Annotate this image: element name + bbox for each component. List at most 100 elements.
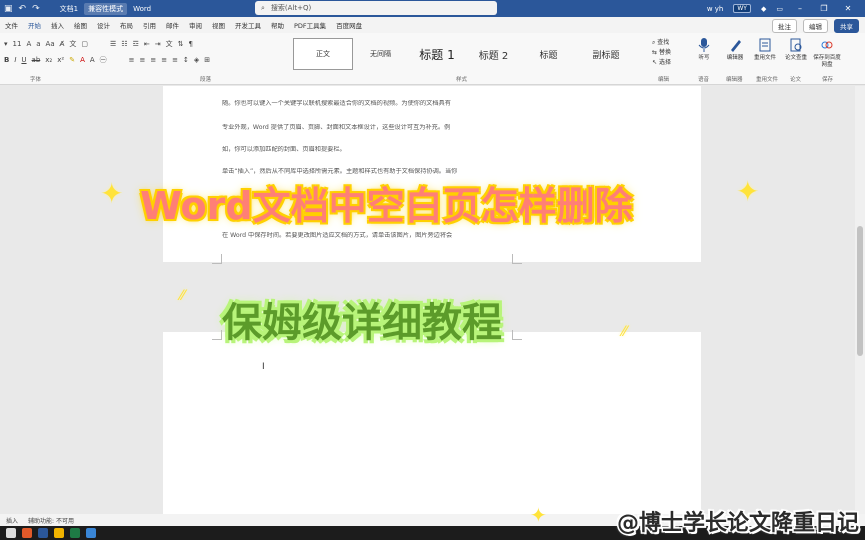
underline-icon[interactable]: U bbox=[21, 56, 26, 64]
tab-draw[interactable]: 绘图 bbox=[69, 20, 92, 30]
style-subtitle[interactable]: 副标题 bbox=[576, 38, 636, 70]
justify-icon[interactable]: ≡ bbox=[161, 56, 167, 64]
style-heading-1[interactable]: 标题 1 bbox=[408, 38, 466, 70]
excel-icon[interactable] bbox=[70, 528, 80, 538]
style-heading-2[interactable]: 标题 2 bbox=[466, 38, 521, 70]
align-left-icon[interactable]: ≡ bbox=[129, 56, 135, 64]
tab-view[interactable]: 视图 bbox=[207, 20, 230, 30]
char-shading-icon[interactable]: A bbox=[90, 56, 95, 64]
tab-pdf[interactable]: PDF工具集 bbox=[289, 20, 331, 30]
document-name: 文档1 bbox=[59, 4, 79, 13]
clear-format-icon[interactable]: A̸ bbox=[60, 40, 65, 48]
vertical-scrollbar[interactable] bbox=[855, 86, 865, 514]
font-color-icon[interactable]: A bbox=[80, 56, 85, 64]
enclose-char-icon[interactable]: ㊀ bbox=[100, 55, 107, 65]
tab-insert[interactable]: 插入 bbox=[46, 20, 69, 30]
style-title[interactable]: 标题 bbox=[521, 38, 576, 70]
group-label-editing: 编辑 bbox=[658, 77, 670, 83]
grow-font-icon[interactable]: A bbox=[26, 40, 31, 48]
user-name[interactable]: w yh bbox=[707, 5, 724, 13]
numbering-icon[interactable]: ☷ bbox=[121, 40, 127, 48]
align-right-icon[interactable]: ≡ bbox=[150, 56, 156, 64]
shading-icon[interactable]: ◈ bbox=[194, 56, 199, 64]
dictate-button[interactable]: 听写 bbox=[689, 37, 719, 62]
accessibility-status[interactable]: 辅助功能: 不可用 bbox=[28, 516, 74, 525]
font-name-dropdown[interactable]: ▾ bbox=[4, 40, 8, 48]
tab-home[interactable]: 开始 bbox=[23, 20, 46, 30]
plagiarism-check-button[interactable]: 论文查重 bbox=[781, 37, 811, 62]
save-icon[interactable]: ▣ bbox=[4, 4, 13, 14]
style-normal[interactable]: 正文 bbox=[293, 38, 353, 70]
doc-paragraph-line[interactable]: 随。你也可以键入一个关键字以联机搜索最适合你的文档的视频。为使你的文档具有 bbox=[222, 100, 512, 108]
strikethrough-icon[interactable]: ab bbox=[32, 56, 41, 64]
highlight-icon[interactable]: ✎ bbox=[69, 56, 75, 64]
align-center-icon[interactable]: ≡ bbox=[140, 56, 146, 64]
increase-indent-icon[interactable]: ⇥ bbox=[155, 40, 161, 48]
save-baidu-button[interactable]: 保存到百度网盘 bbox=[812, 37, 842, 69]
search-input[interactable]: ⌕ 搜索(Alt+Q) bbox=[255, 1, 497, 15]
tab-help[interactable]: 帮助 bbox=[266, 20, 289, 30]
comments-button[interactable]: 批注 bbox=[772, 19, 797, 33]
change-case-icon[interactable]: Aa bbox=[46, 40, 55, 48]
phonetic-icon[interactable]: 文 bbox=[69, 39, 76, 49]
folder-icon[interactable] bbox=[54, 528, 64, 538]
avatar[interactable]: WY bbox=[733, 4, 751, 13]
font-size-dropdown[interactable]: 11 bbox=[13, 40, 22, 48]
watermark: @博士学长论文降重日记 bbox=[615, 510, 860, 538]
multilevel-list-icon[interactable]: ☲ bbox=[133, 40, 139, 48]
ribbon-display-icon[interactable]: ▭ bbox=[776, 5, 783, 13]
show-marks-icon[interactable]: ¶ bbox=[189, 40, 193, 48]
doc-paragraph-line[interactable]: 如，你可以添加匹配的封面、页眉和提要栏。 bbox=[222, 146, 512, 154]
tab-references[interactable]: 引用 bbox=[138, 20, 161, 30]
browser-icon[interactable] bbox=[86, 528, 96, 538]
find-button[interactable]: ⌕ 查找 bbox=[652, 38, 671, 48]
tab-mailings[interactable]: 邮件 bbox=[161, 20, 184, 30]
superscript-icon[interactable]: x² bbox=[57, 56, 64, 64]
close-icon[interactable]: ✕ bbox=[841, 4, 855, 13]
app-name: Word bbox=[133, 4, 152, 13]
margin-corner-mark bbox=[212, 330, 222, 340]
bullets-icon[interactable]: ☰ bbox=[110, 40, 116, 48]
replace-button[interactable]: ⇆ 替换 bbox=[652, 48, 671, 58]
select-button[interactable]: ↖ 选择 bbox=[652, 58, 671, 68]
subscript-icon[interactable]: x₂ bbox=[45, 56, 52, 64]
tab-review[interactable]: 审阅 bbox=[184, 20, 207, 30]
word-icon[interactable] bbox=[38, 528, 48, 538]
chinese-layout-icon[interactable]: 文 bbox=[166, 39, 173, 49]
tab-layout[interactable]: 布局 bbox=[115, 20, 138, 30]
dash-decoration-icon: ⁄⁄ bbox=[622, 324, 627, 340]
minimize-icon[interactable]: – bbox=[793, 4, 807, 13]
bold-icon[interactable]: B bbox=[4, 56, 9, 64]
editor-button[interactable]: 编辑器 bbox=[720, 37, 750, 62]
decrease-indent-icon[interactable]: ⇤ bbox=[144, 40, 150, 48]
baidu-cloud-icon bbox=[821, 41, 833, 49]
undo-icon[interactable]: ↶ bbox=[19, 4, 27, 14]
insert-mode-indicator[interactable]: 插入 bbox=[6, 516, 18, 525]
sort-icon[interactable]: ⇅ bbox=[178, 40, 184, 48]
tab-baidu[interactable]: 百度网盘 bbox=[331, 20, 367, 30]
distributed-icon[interactable]: ≡ bbox=[172, 56, 178, 64]
char-border-icon[interactable]: ▢ bbox=[81, 40, 88, 48]
doc-paragraph-line[interactable]: 专业外观，Word 提供了页眉、页脚、封面和文本框设计，这些设计可互为补充。例 bbox=[222, 124, 512, 132]
scroll-thumb[interactable] bbox=[857, 226, 863, 356]
share-button[interactable]: 共享 bbox=[834, 19, 859, 33]
shrink-font-icon[interactable]: a bbox=[36, 40, 40, 48]
tab-design[interactable]: 设计 bbox=[92, 20, 115, 30]
diamond-icon[interactable]: ◆ bbox=[761, 5, 766, 13]
tab-developer[interactable]: 开发工具 bbox=[230, 20, 266, 30]
group-label-voice: 语音 bbox=[698, 77, 710, 83]
reuse-files-button[interactable]: 重用文件 bbox=[750, 37, 780, 62]
app-icon[interactable] bbox=[22, 528, 32, 538]
start-icon[interactable] bbox=[6, 528, 16, 538]
margin-corner-mark bbox=[212, 254, 222, 264]
line-spacing-icon[interactable]: ↕ bbox=[183, 56, 189, 64]
style-no-spacing[interactable]: 无间隔 bbox=[353, 38, 408, 70]
borders-icon[interactable]: ⊞ bbox=[204, 56, 210, 64]
editing-mode-button[interactable]: 编辑 bbox=[803, 19, 828, 33]
tab-file[interactable]: 文件 bbox=[0, 20, 23, 30]
doc-paragraph-line[interactable]: 在 Word 中保存时间。若要更改图片适应文档的方式，请单击该图片，图片旁边将会 bbox=[222, 232, 512, 240]
styles-gallery: 正文 无间隔 标题 1 标题 2 标题 副标题 bbox=[293, 38, 638, 70]
restore-icon[interactable]: ❐ bbox=[817, 4, 831, 13]
italic-icon[interactable]: I bbox=[14, 56, 16, 64]
redo-icon[interactable]: ↷ bbox=[32, 4, 40, 14]
